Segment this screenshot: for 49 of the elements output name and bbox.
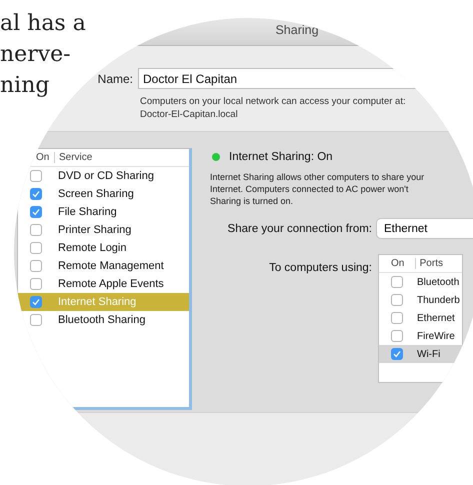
- port-row[interactable]: FireWire: [379, 327, 462, 345]
- checkbox[interactable]: [391, 348, 403, 360]
- hint-text: Doctor-El-Capitan.local: [140, 108, 239, 121]
- description-text: Sharing is turned on.: [210, 195, 294, 207]
- checkmark-icon: [32, 190, 40, 198]
- port-row[interactable]: Thunderb: [379, 291, 462, 309]
- article-text: nerve-: [0, 41, 71, 69]
- to-computers-label: To computers using:: [268, 262, 372, 274]
- service-row[interactable]: Printer Sharing: [18, 221, 189, 239]
- checkbox[interactable]: [391, 330, 403, 342]
- checkbox[interactable]: [30, 224, 42, 236]
- checkbox[interactable]: [30, 260, 42, 272]
- service-row[interactable]: Remote Login: [18, 239, 189, 257]
- status-text: Internet Sharing: On: [229, 151, 333, 163]
- checkbox[interactable]: [30, 188, 42, 200]
- checkbox[interactable]: [30, 314, 42, 326]
- checkmark-icon: [32, 298, 40, 306]
- computer-name-label: Name:: [96, 72, 133, 86]
- checkbox[interactable]: [391, 276, 403, 288]
- column-header: On: [35, 152, 50, 163]
- service-row[interactable]: Screen Sharing: [18, 185, 189, 203]
- port-row[interactable]: Wi-Fi: [379, 345, 462, 363]
- column-header: Service: [54, 152, 188, 163]
- service-row[interactable]: Bluetooth Sharing: [18, 311, 189, 329]
- port-row[interactable]: Ethernet: [379, 309, 462, 327]
- description-text: Internet Sharing allows other computers to share your: [210, 171, 426, 183]
- service-row[interactable]: Remote Apple Events: [18, 275, 189, 293]
- article-text: ning: [0, 72, 50, 100]
- checkmark-icon: [32, 208, 40, 216]
- service-row[interactable]: DVD or CD Sharing: [18, 167, 189, 185]
- checkbox[interactable]: [30, 206, 42, 218]
- port-row[interactable]: Bluetooth: [379, 273, 462, 291]
- article-text: al has a: [0, 10, 86, 38]
- connection-popup[interactable]: Ethernet: [377, 219, 473, 238]
- checkbox[interactable]: [391, 312, 403, 324]
- column-header: Ports: [414, 258, 462, 269]
- share-from-label: Share your connection from:: [226, 222, 372, 234]
- checkbox[interactable]: [391, 294, 403, 306]
- checkbox[interactable]: [30, 278, 42, 290]
- checkbox[interactable]: [30, 242, 42, 254]
- window-title: Sharing: [275, 23, 319, 37]
- checkbox[interactable]: [30, 296, 42, 308]
- service-row[interactable]: Remote Management: [18, 257, 189, 275]
- description-text: Internet. Computers connected to AC power won't: [210, 183, 410, 195]
- column-header: On: [390, 258, 406, 269]
- service-row[interactable]: File Sharing: [18, 203, 189, 221]
- checkbox[interactable]: [30, 170, 42, 182]
- hint-text: Computers on your local network can access your computer at:: [140, 95, 407, 108]
- checkmark-icon: [393, 350, 401, 358]
